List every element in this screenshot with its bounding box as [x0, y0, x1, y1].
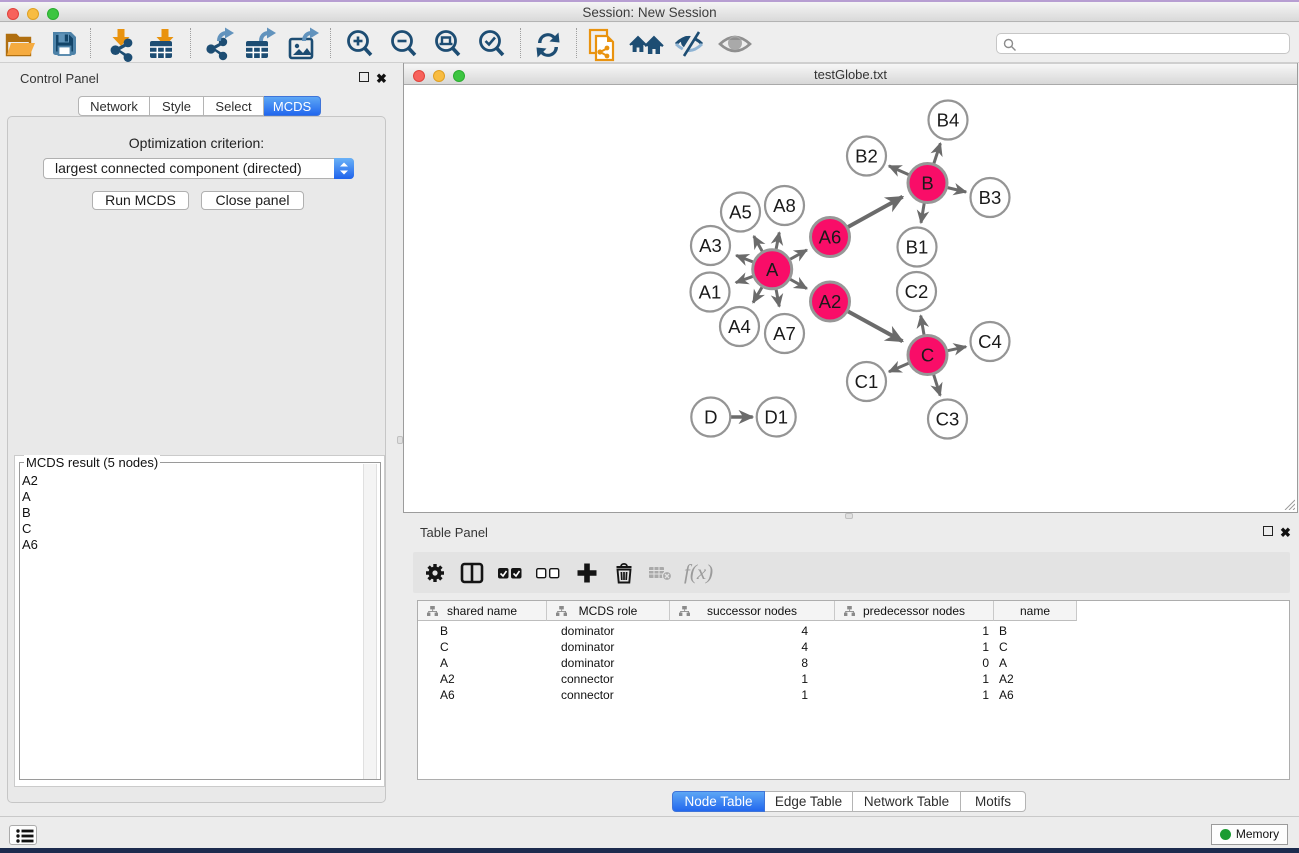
svg-text:A: A: [766, 259, 779, 280]
svg-text:A6: A6: [819, 227, 842, 248]
svg-text:C2: C2: [905, 281, 929, 302]
svg-text:C1: C1: [855, 371, 879, 392]
svg-text:B1: B1: [906, 237, 929, 258]
svg-text:f(x): f(x): [684, 560, 713, 584]
svg-text:A2: A2: [819, 291, 842, 312]
svg-text:A5: A5: [729, 202, 752, 223]
svg-text:C4: C4: [978, 331, 1002, 352]
svg-text:B3: B3: [979, 187, 1002, 208]
svg-text:D1: D1: [764, 407, 788, 428]
svg-text:A1: A1: [699, 282, 722, 303]
svg-text:A7: A7: [773, 323, 796, 344]
svg-text:A3: A3: [699, 235, 722, 256]
svg-text:A4: A4: [728, 316, 751, 337]
svg-text:C: C: [921, 345, 934, 366]
svg-text:B4: B4: [937, 110, 960, 131]
svg-text:D: D: [704, 407, 717, 428]
svg-text:B2: B2: [855, 146, 878, 167]
svg-text:B: B: [921, 173, 933, 194]
svg-text:A8: A8: [773, 195, 796, 216]
svg-text:C3: C3: [936, 409, 960, 430]
